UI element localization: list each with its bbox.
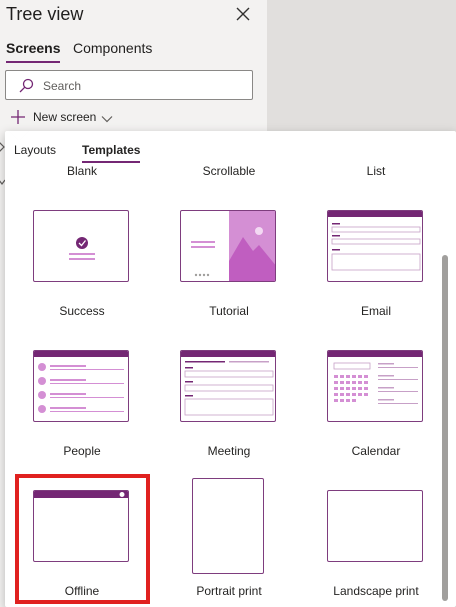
template-label-scrollable[interactable]: Scrollable: [159, 164, 299, 178]
template-label-blank[interactable]: Blank: [12, 164, 152, 178]
close-icon[interactable]: [234, 5, 252, 23]
template-thumb-calendar[interactable]: [327, 350, 423, 422]
panel-title: Tree view: [6, 4, 84, 24]
scrollbar-thumb[interactable]: [442, 255, 448, 601]
tab-templates[interactable]: Templates: [82, 143, 141, 163]
template-label-success[interactable]: Success: [12, 304, 152, 318]
new-screen-label: New screen: [33, 110, 97, 124]
template-label-calendar[interactable]: Calendar: [306, 444, 446, 458]
template-label-tutorial[interactable]: Tutorial: [159, 304, 299, 318]
template-label-people[interactable]: People: [12, 444, 152, 458]
highlight-box: [15, 474, 150, 604]
template-thumb-people[interactable]: [33, 350, 129, 422]
tab-layouts[interactable]: Layouts: [14, 143, 56, 157]
template-thumb-meeting[interactable]: [180, 350, 276, 422]
tab-screens[interactable]: Screens: [6, 40, 61, 63]
template-thumb-portrait-print[interactable]: [192, 478, 264, 574]
search-placeholder: Search: [43, 79, 82, 93]
template-thumb-tutorial[interactable]: [180, 210, 276, 282]
template-label-list[interactable]: List: [306, 164, 446, 178]
search-icon: [18, 78, 34, 94]
template-label-meeting[interactable]: Meeting: [159, 444, 299, 458]
flyout-scrollbar[interactable]: [442, 255, 448, 601]
panel-tabs: Screens Components: [0, 40, 268, 64]
search-input[interactable]: Search: [5, 70, 253, 100]
template-thumb-landscape-print[interactable]: [327, 490, 423, 562]
flyout-pointer: [9, 131, 29, 141]
template-label-email[interactable]: Email: [306, 304, 446, 318]
chevron-down-icon: [101, 111, 113, 123]
template-thumb-success[interactable]: [33, 210, 129, 282]
template-label-portrait-print[interactable]: Portrait print: [159, 584, 299, 598]
tab-components[interactable]: Components: [73, 40, 152, 56]
plus-icon: [10, 109, 26, 125]
template-thumb-email[interactable]: [327, 210, 423, 282]
template-label-landscape-print[interactable]: Landscape print: [306, 584, 446, 598]
